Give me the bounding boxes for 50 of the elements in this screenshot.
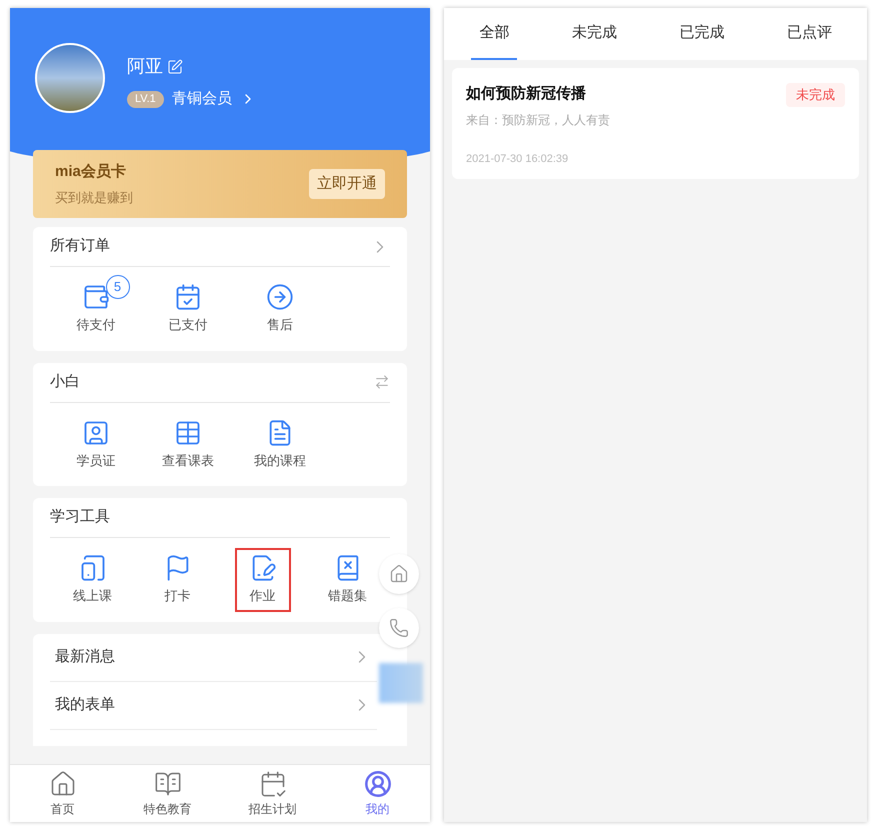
switch-icon[interactable]: [374, 374, 390, 390]
tab-bar-item[interactable]: 招生计划: [220, 765, 325, 822]
home-icon: [48, 770, 76, 798]
card-title: mia会员卡: [55, 162, 127, 182]
filter-tab[interactable]: 已点评: [778, 8, 840, 60]
tablet-icon: [78, 554, 106, 582]
menu-item[interactable]: 最新消息: [50, 634, 377, 682]
activate-button[interactable]: 立即开通: [309, 168, 385, 200]
task-source: 来自：预防新冠，人人有责: [466, 112, 611, 128]
user-name: 阿亚: [127, 55, 163, 78]
phone-icon: [389, 618, 409, 638]
shortcut-item[interactable]: 我的课程: [242, 414, 318, 474]
section-title: 所有订单: [50, 236, 110, 256]
shortcut-item[interactable]: 打卡: [152, 550, 204, 610]
blurred-block: [379, 663, 423, 703]
filter-tab[interactable]: 全部: [471, 8, 518, 60]
section-title: 学习工具: [50, 507, 110, 528]
status-badge: 未完成: [786, 83, 845, 106]
task-card[interactable]: 如何预防新冠传播 未完成 来自：预防新冠，人人有责 2021-07-30 16:02:39: [452, 68, 859, 179]
shortcut-item[interactable]: 错题集: [316, 550, 379, 610]
filter-tab[interactable]: 已完成: [671, 8, 732, 60]
user-icon: [364, 770, 392, 798]
menu-item[interactable]: 我的表单: [50, 682, 377, 730]
phone-button[interactable]: [379, 608, 419, 648]
shortcut-item[interactable]: 查看课表: [150, 414, 226, 474]
calendar-check-icon: [174, 283, 202, 311]
card-subtitle: 买到就是赚到: [55, 188, 133, 206]
shortcut-item[interactable]: 线上课: [61, 550, 124, 610]
shortcut-item[interactable]: 售后: [254, 279, 306, 338]
wallet-icon: [82, 283, 110, 311]
section-title: 小白: [50, 372, 80, 392]
edit-icon[interactable]: [167, 58, 183, 74]
id-card-icon: [82, 418, 110, 446]
level-badge: LV.1: [127, 91, 164, 108]
tab-bar-item[interactable]: 我的: [325, 765, 430, 822]
count-badge: 5: [106, 275, 130, 299]
book-icon: [154, 770, 182, 798]
shortcut-item[interactable]: 学员证: [64, 414, 128, 474]
table-icon: [174, 418, 202, 446]
home-icon: [389, 564, 409, 584]
task-title: 如何预防新冠传播: [466, 84, 586, 104]
filter-tab[interactable]: 未完成: [564, 8, 625, 60]
tab-bar-item[interactable]: 首页: [10, 765, 115, 822]
shortcut-item[interactable]: 已支付: [156, 279, 220, 338]
shortcut-item[interactable]: 作业: [236, 550, 288, 610]
membership-link[interactable]: 青铜会员: [172, 88, 232, 110]
task-time: 2021-07-30 16:02:39: [466, 152, 570, 166]
tab-bar-item[interactable]: 特色教育: [115, 765, 220, 822]
calendar-check-icon: [258, 770, 286, 798]
arrow-circle-icon: [266, 283, 294, 311]
